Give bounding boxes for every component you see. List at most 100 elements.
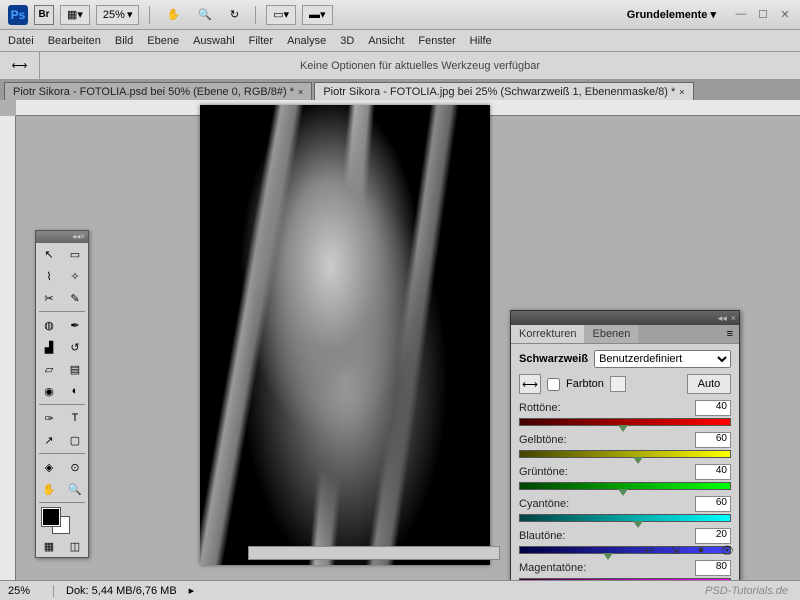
brush-tool[interactable]: ✒ bbox=[62, 314, 88, 336]
slider-track[interactable] bbox=[519, 418, 731, 426]
3d-tool[interactable]: ◈ bbox=[36, 456, 62, 478]
gradient-tool[interactable]: ▤ bbox=[62, 358, 88, 380]
close-icon[interactable]: ✕ bbox=[778, 8, 792, 21]
canvas[interactable] bbox=[200, 105, 490, 565]
minimize-icon[interactable]: — bbox=[734, 8, 748, 21]
layout-dropdown[interactable]: ▦▾ bbox=[60, 5, 90, 25]
wand-tool[interactable]: ✧ bbox=[62, 265, 88, 287]
slider-track[interactable] bbox=[519, 514, 731, 522]
menu-3d[interactable]: 3D bbox=[340, 35, 354, 47]
tint-checkbox[interactable] bbox=[547, 378, 560, 391]
menu-filter[interactable]: Filter bbox=[249, 35, 273, 47]
menu-ansicht[interactable]: Ansicht bbox=[368, 35, 404, 47]
type-tool[interactable]: T bbox=[62, 407, 88, 429]
menu-ebene[interactable]: Ebene bbox=[147, 35, 179, 47]
history-brush-tool[interactable]: ↺ bbox=[62, 336, 88, 358]
screenmode-toggle[interactable]: ◫ bbox=[62, 535, 88, 557]
zoom-field[interactable]: 25% bbox=[4, 585, 54, 597]
eyedropper-tool[interactable]: ✎ bbox=[62, 287, 88, 309]
close-icon[interactable]: × bbox=[679, 87, 684, 97]
blur-tool[interactable]: ◉ bbox=[36, 380, 62, 402]
collapse-icon[interactable]: ◂◂ bbox=[72, 231, 80, 243]
workspace-switcher[interactable]: Grundelemente ▾ bbox=[627, 8, 716, 21]
doc-info: Dok: 5,44 MB/6,76 MB bbox=[54, 585, 189, 597]
menu-bild[interactable]: Bild bbox=[115, 35, 133, 47]
auto-button[interactable]: Auto bbox=[687, 374, 731, 394]
panel-menu-icon[interactable]: ≡ bbox=[721, 325, 739, 343]
bridge-icon[interactable]: Br bbox=[34, 5, 54, 25]
slider-value[interactable]: 40 bbox=[695, 400, 731, 416]
menu-analyse[interactable]: Analyse bbox=[287, 35, 326, 47]
options-message: Keine Optionen für aktuelles Werkzeug ve… bbox=[40, 60, 800, 72]
hand-tool[interactable]: ✋ bbox=[36, 478, 62, 500]
slider-label: Gelbtöne: bbox=[519, 434, 695, 446]
color-swatches[interactable] bbox=[36, 505, 88, 535]
scrollbar-horizontal[interactable] bbox=[248, 546, 500, 560]
stamp-tool[interactable]: ▟ bbox=[36, 336, 62, 358]
back-icon[interactable]: ↩ bbox=[640, 542, 658, 558]
visibility-icon[interactable]: 👁 bbox=[718, 542, 736, 558]
zoom-tool-icon[interactable]: 🔍 bbox=[192, 5, 218, 25]
hand-tool-icon[interactable]: ✋ bbox=[160, 5, 186, 25]
lasso-tool[interactable]: ⌇ bbox=[36, 265, 62, 287]
zoom-tool[interactable]: 🔍 bbox=[62, 478, 88, 500]
3d-camera-tool[interactable]: ⊙ bbox=[62, 456, 88, 478]
menubar: Datei Bearbeiten Bild Ebene Auswahl Filt… bbox=[0, 30, 800, 52]
quickmask-toggle[interactable]: ▦ bbox=[36, 535, 62, 557]
chevron-right-icon[interactable]: ▸ bbox=[189, 584, 195, 597]
workarea: ◂◂× ↖ ▭ ⌇ ✧ ✂ ✎ ◍ ✒ ▟ ↺ ▱ ▤ ◉ ◐ ✑ T ↗ ▢ … bbox=[0, 100, 800, 580]
slider-value[interactable]: 60 bbox=[695, 496, 731, 512]
slider-value[interactable]: 80 bbox=[695, 560, 731, 576]
slider-value[interactable]: 60 bbox=[695, 432, 731, 448]
slider-label: Rottöne: bbox=[519, 402, 695, 414]
statusbar: 25% Dok: 5,44 MB/6,76 MB ▸ PSD-Tutorials… bbox=[0, 580, 800, 600]
menu-bearbeiten[interactable]: Bearbeiten bbox=[48, 35, 101, 47]
options-bar: ⟷ Keine Optionen für aktuelles Werkzeug … bbox=[0, 52, 800, 80]
slider-row: Cyantöne: 60 bbox=[519, 496, 731, 522]
menu-hilfe[interactable]: Hilfe bbox=[470, 35, 492, 47]
watermark: PSD-Tutorials.de bbox=[705, 585, 796, 597]
panel-footer-icons: ↩ ⇲ ● 👁 bbox=[640, 542, 736, 558]
path-select-tool[interactable]: ↗ bbox=[36, 429, 62, 451]
slider-row: Gelbtöne: 60 bbox=[519, 432, 731, 458]
rotate-view-icon[interactable]: ↻ bbox=[224, 5, 245, 25]
adjustment-title: Schwarzweiß bbox=[519, 353, 588, 365]
target-adjust-tool[interactable]: ⟷ bbox=[519, 374, 541, 394]
maximize-icon[interactable]: ☐ bbox=[756, 8, 770, 21]
pen-tool[interactable]: ✑ bbox=[36, 407, 62, 429]
document-tab[interactable]: Piotr Sikora - FOTOLIA.psd bei 50% (Eben… bbox=[4, 82, 312, 100]
heal-tool[interactable]: ◍ bbox=[36, 314, 62, 336]
slider-value[interactable]: 40 bbox=[695, 464, 731, 480]
slider-label: Cyantöne: bbox=[519, 498, 695, 510]
close-icon[interactable]: × bbox=[298, 87, 303, 97]
eraser-tool[interactable]: ▱ bbox=[36, 358, 62, 380]
menu-datei[interactable]: Datei bbox=[8, 35, 34, 47]
close-icon[interactable]: × bbox=[80, 231, 85, 243]
preset-select[interactable]: Benutzerdefiniert bbox=[594, 350, 731, 368]
arrange-dropdown[interactable]: ▭▾ bbox=[266, 5, 296, 25]
photoshop-icon: Ps bbox=[8, 5, 28, 25]
move-tool[interactable]: ↖ bbox=[36, 243, 62, 265]
current-tool-icon: ⟷ bbox=[0, 52, 40, 79]
tab-ebenen[interactable]: Ebenen bbox=[584, 325, 638, 343]
shape-tool[interactable]: ▢ bbox=[62, 429, 88, 451]
tint-swatch[interactable] bbox=[610, 376, 626, 392]
slider-track[interactable] bbox=[519, 450, 731, 458]
dodge-tool[interactable]: ◐ bbox=[62, 380, 88, 402]
crop-tool[interactable]: ✂ bbox=[36, 287, 62, 309]
menu-fenster[interactable]: Fenster bbox=[418, 35, 455, 47]
slider-track[interactable] bbox=[519, 482, 731, 490]
screen-mode-dropdown[interactable]: ▬▾ bbox=[302, 5, 333, 25]
menu-auswahl[interactable]: Auswahl bbox=[193, 35, 235, 47]
tab-korrekturen[interactable]: Korrekturen bbox=[511, 325, 584, 343]
collapse-icon[interactable]: ◂◂ bbox=[718, 311, 727, 325]
slider-row: Rottöne: 40 bbox=[519, 400, 731, 426]
marquee-tool[interactable]: ▭ bbox=[62, 243, 88, 265]
toolbox: ◂◂× ↖ ▭ ⌇ ✧ ✂ ✎ ◍ ✒ ▟ ↺ ▱ ▤ ◉ ◐ ✑ T ↗ ▢ … bbox=[35, 230, 89, 558]
clip-icon[interactable]: ● bbox=[692, 542, 710, 558]
slider-row: Grüntöne: 40 bbox=[519, 464, 731, 490]
expand-icon[interactable]: ⇲ bbox=[666, 542, 684, 558]
close-icon[interactable]: × bbox=[731, 311, 736, 325]
document-tab[interactable]: Piotr Sikora - FOTOLIA.jpg bei 25% (Schw… bbox=[314, 82, 693, 100]
zoom-dropdown[interactable]: 25%▾ bbox=[96, 5, 140, 25]
